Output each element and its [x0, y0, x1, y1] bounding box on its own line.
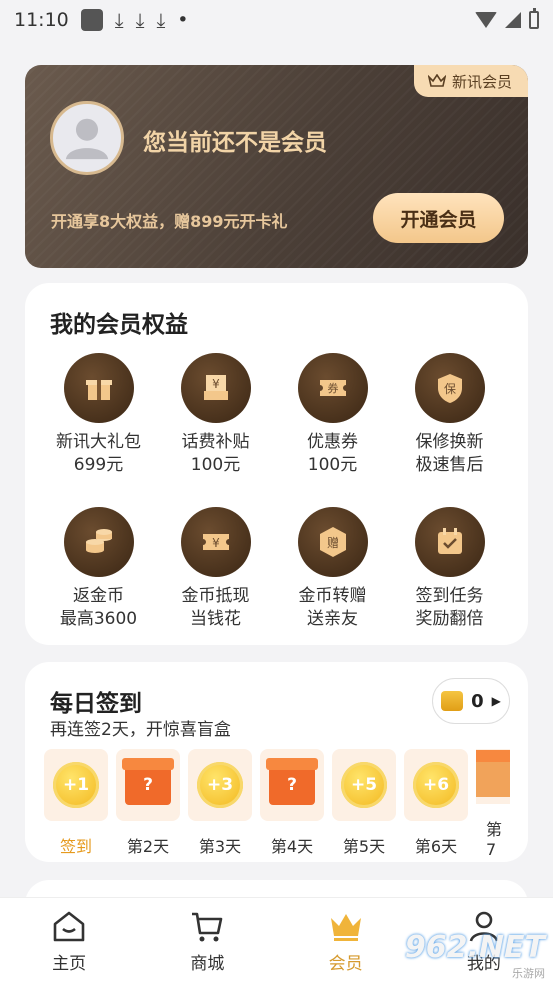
- svg-text:保: 保: [443, 382, 455, 396]
- benefit-label: 优惠券: [307, 432, 358, 452]
- benefit-item[interactable]: 赠 金币转赠 送亲友: [274, 507, 391, 631]
- benefit-label: 返金币: [73, 586, 124, 606]
- avatar[interactable]: [50, 101, 124, 175]
- membership-status: 您当前还不是会员: [143, 130, 327, 156]
- app-notification-icon: [80, 9, 103, 31]
- checkin-subtitle: 再连签2天，开惊喜盲盒: [50, 720, 231, 740]
- benefit-item[interactable]: 签到任务 奖励翻倍: [391, 507, 508, 631]
- checkin-day[interactable]: +3 第3天: [188, 749, 252, 859]
- day-label: 签到: [59, 837, 92, 856]
- benefit-sub: 最高3600: [59, 609, 138, 629]
- checkin-day[interactable]: ? 第4天: [260, 749, 324, 859]
- bill-subsidy-icon: ¥: [180, 353, 251, 423]
- mystery-box-icon: ?: [266, 758, 318, 805]
- download-icon: ⤓: [114, 8, 124, 32]
- signal-icon: [505, 12, 521, 28]
- benefits-card: 我的会员权益 新讯大礼包 699元 ¥ 话费补贴 100元 券 优惠券 100元…: [25, 283, 528, 645]
- crown-icon: [330, 913, 361, 941]
- benefit-label: 金币转赠: [298, 586, 367, 606]
- benefit-item[interactable]: ¥ 金币抵现 当钱花: [157, 507, 274, 631]
- wifi-icon: [475, 12, 497, 28]
- brand-tag-label: 新讯会员: [451, 72, 512, 91]
- mystery-box-icon: ?: [122, 758, 174, 805]
- battery-icon: [529, 8, 539, 29]
- day-label: 第6天: [414, 837, 458, 856]
- coin-balance-button[interactable]: 0 ▶: [432, 678, 510, 724]
- watermark-logo: 962.NET 乐游网: [405, 930, 545, 980]
- day-label: 第2天: [126, 837, 170, 856]
- calendar-check-icon: [414, 507, 485, 577]
- checkin-day[interactable]: +6 第6天: [404, 749, 468, 859]
- svg-text:赠: 赠: [326, 536, 338, 550]
- cash-ticket-icon: ¥: [180, 507, 251, 577]
- checkin-title: 每日签到: [50, 691, 142, 717]
- tab-label: 会员: [328, 953, 363, 974]
- svg-text:券: 券: [327, 381, 338, 395]
- benefit-sub: 699元: [73, 455, 124, 475]
- gift-icon: [63, 353, 134, 423]
- checkin-days: +1 签到 ? 第2天 +3 第3天 ? 第4天 +5 第5天 +6 第6天 第…: [44, 749, 514, 859]
- watermark-number: 962.NET: [404, 930, 545, 965]
- more-notifications-dot: •: [177, 9, 189, 31]
- tab-label: 商城: [190, 953, 225, 974]
- svg-text:¥: ¥: [212, 377, 220, 391]
- coin-reward-icon: +5: [341, 762, 387, 808]
- benefit-item[interactable]: 返金币 最高3600: [40, 507, 157, 631]
- benefit-grid: 新讯大礼包 699元 ¥ 话费补贴 100元 券 优惠券 100元 保 保修换新…: [40, 353, 510, 631]
- download-icon: ⤓: [135, 8, 145, 32]
- daily-checkin-card: 每日签到 再连签2天，开惊喜盲盒 0 ▶ +1 签到 ? 第2天 +3 第3天 …: [25, 662, 528, 862]
- watermark-text: 乐游网: [512, 967, 545, 980]
- benefit-sub: 送亲友: [307, 609, 358, 629]
- download-icon: ⤓: [156, 8, 166, 32]
- checkin-day[interactable]: +5 第5天: [332, 749, 396, 859]
- coin-reward-icon: +1: [53, 762, 99, 808]
- tab-home[interactable]: 主页: [0, 898, 138, 984]
- benefit-item[interactable]: 新讯大礼包 699元: [40, 353, 157, 477]
- benefit-sub: 100元: [307, 455, 358, 475]
- benefit-sub: 100元: [190, 455, 241, 475]
- coin-reward-icon: +3: [197, 762, 243, 808]
- checkin-day[interactable]: 第7: [476, 749, 510, 859]
- coupon-icon: 券: [297, 353, 368, 423]
- benefit-sub: 极速售后: [415, 455, 484, 475]
- benefit-label: 新讯大礼包: [56, 432, 141, 452]
- day-label: 第3天: [198, 837, 242, 856]
- tab-label: 主页: [52, 953, 87, 974]
- cart-icon: [192, 912, 223, 941]
- benefit-item[interactable]: 保 保修换新 极速售后: [391, 353, 508, 477]
- benefit-label: 话费补贴: [181, 432, 250, 452]
- home-icon: [53, 911, 85, 941]
- crown-icon: [427, 73, 447, 88]
- benefit-sub: 奖励翻倍: [415, 609, 484, 629]
- svg-text:¥: ¥: [212, 536, 220, 550]
- membership-promo: 开通享8大权益，赠899元开卡礼: [51, 212, 288, 231]
- clock: 11:10: [14, 9, 69, 31]
- benefit-label: 金币抵现: [181, 586, 250, 606]
- day-label: 第7: [486, 820, 503, 859]
- benefit-sub: 当钱花: [190, 609, 241, 629]
- warranty-shield-icon: 保: [414, 353, 485, 423]
- benefit-label: 保修换新: [415, 432, 484, 452]
- tab-member[interactable]: 会员: [277, 898, 415, 984]
- benefit-item[interactable]: ¥ 话费补贴 100元: [157, 353, 274, 477]
- tab-mall[interactable]: 商城: [138, 898, 276, 984]
- day-label: 第5天: [342, 837, 386, 856]
- coin-count: 0: [471, 690, 484, 712]
- chevron-right-icon: ▶: [491, 694, 501, 708]
- vip-card: 新讯会员 您当前还不是会员 开通享8大权益，赠899元开卡礼 开通会员: [25, 65, 528, 268]
- benefits-title: 我的会员权益: [50, 312, 188, 338]
- benefit-item[interactable]: 券 优惠券 100元: [274, 353, 391, 477]
- checkin-day[interactable]: +1 签到: [44, 749, 108, 859]
- checkin-day[interactable]: ? 第2天: [116, 749, 180, 859]
- day-label: 第4天: [270, 837, 314, 856]
- brand-tag: 新讯会员: [413, 65, 528, 97]
- coin-stack-icon: [63, 507, 134, 577]
- coin-stack-icon: [441, 691, 464, 711]
- coin-reward-icon: +6: [413, 762, 459, 808]
- treasure-box-icon: [476, 749, 510, 797]
- status-bar: 11:10 ⤓ ⤓ ⤓ •: [0, 0, 553, 40]
- open-membership-button[interactable]: 开通会员: [373, 193, 504, 243]
- gift-coin-icon: 赠: [297, 507, 368, 577]
- benefit-label: 签到任务: [415, 586, 484, 606]
